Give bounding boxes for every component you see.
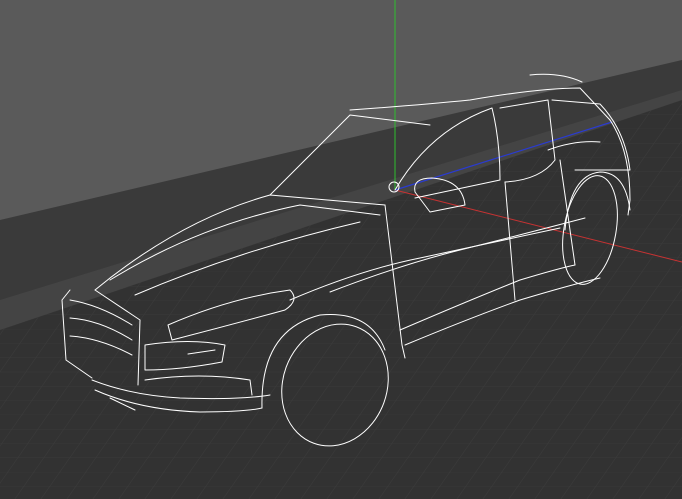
viewport-canvas[interactable]: [0, 0, 682, 499]
3d-viewport[interactable]: [0, 0, 682, 499]
